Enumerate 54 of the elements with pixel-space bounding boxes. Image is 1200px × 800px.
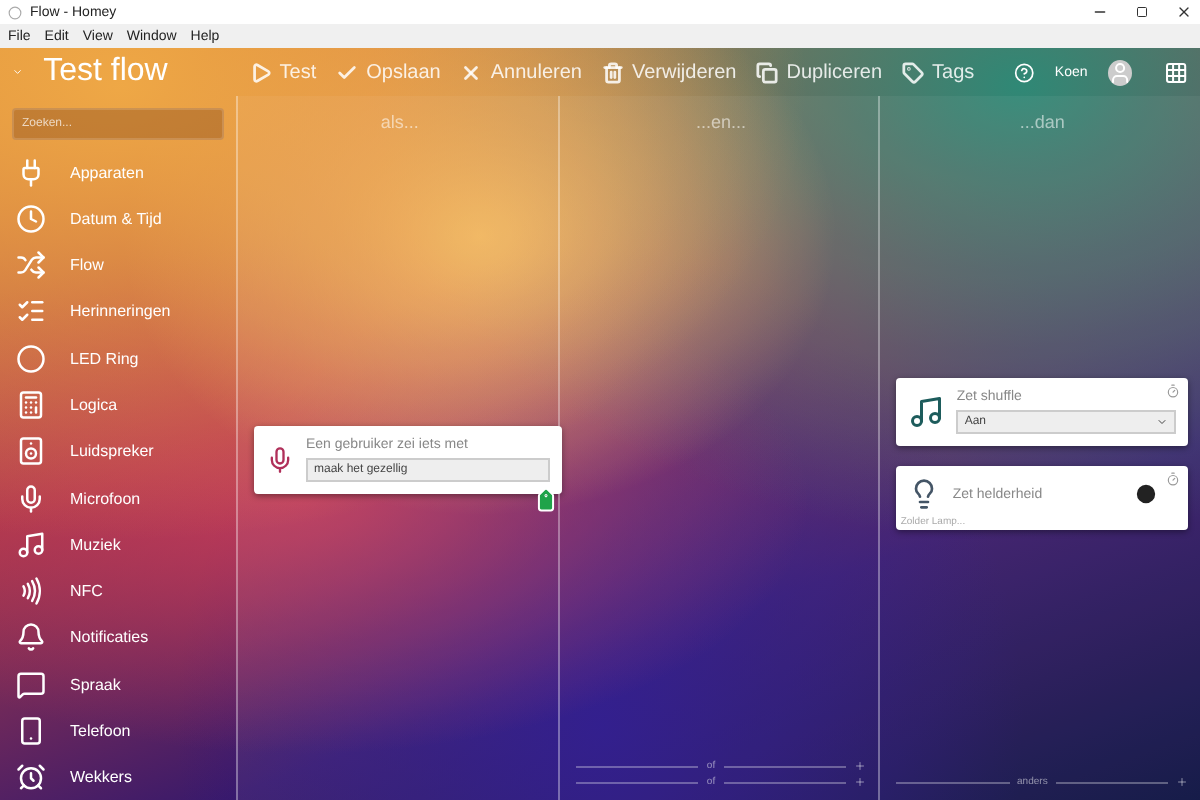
timer-icon bbox=[1166, 384, 1181, 398]
check-icon bbox=[336, 61, 359, 83]
trash-icon bbox=[601, 61, 624, 83]
maximize-icon[interactable] bbox=[1136, 6, 1148, 18]
app-icon bbox=[8, 5, 22, 19]
sidebar-item[interactable]: Flow bbox=[12, 242, 224, 288]
calculator-icon bbox=[16, 390, 46, 420]
toolbar-button[interactable]: Verwijderen bbox=[601, 61, 737, 83]
list-icon bbox=[16, 296, 46, 327]
speaker-icon bbox=[16, 436, 46, 467]
sidebar-item[interactable]: Muziek bbox=[12, 522, 224, 568]
shuffle-icon bbox=[16, 250, 46, 281]
sidebar-item[interactable]: Logica bbox=[12, 382, 224, 428]
sidebar-item[interactable]: NFC bbox=[12, 569, 224, 614]
alarm-clock-icon bbox=[16, 762, 46, 793]
dial-icon[interactable] bbox=[1136, 484, 1157, 504]
microphone-icon bbox=[16, 483, 46, 514]
timer-icon bbox=[1166, 472, 1181, 486]
microphone-icon bbox=[266, 446, 294, 474]
sidebar-item[interactable]: LED Ring bbox=[12, 336, 224, 381]
speech-bubble-icon bbox=[16, 669, 46, 700]
help-icon[interactable] bbox=[1014, 61, 1035, 83]
close-icon[interactable] bbox=[1176, 4, 1192, 20]
music-note-icon bbox=[16, 529, 46, 560]
sidebar-item[interactable]: Wekkers bbox=[12, 755, 224, 800]
sidebar-item[interactable]: Luidspreker bbox=[12, 429, 224, 474]
apps-grid-icon[interactable] bbox=[1163, 59, 1188, 85]
sidebar-item[interactable]: Telefoon bbox=[12, 708, 224, 754]
ring-icon bbox=[16, 343, 46, 374]
avatar-icon[interactable] bbox=[1107, 59, 1132, 85]
sidebar-item[interactable]: Notificaties bbox=[12, 615, 224, 661]
sidebar-item[interactable]: Herinneringen bbox=[12, 289, 224, 335]
column-title: als... bbox=[380, 112, 419, 132]
sidebar-item[interactable]: Microfoon bbox=[12, 475, 224, 521]
toolbar-button[interactable]: Dupliceren bbox=[756, 61, 883, 83]
caret-icon bbox=[1156, 416, 1169, 428]
music-note-icon bbox=[908, 394, 945, 430]
flow-title: Test flow bbox=[43, 54, 170, 90]
add-icon[interactable] bbox=[854, 776, 867, 788]
toolbar-button[interactable]: Tags bbox=[902, 61, 975, 83]
bell-icon bbox=[16, 622, 46, 653]
copy-icon bbox=[756, 61, 779, 83]
plug-icon bbox=[16, 157, 46, 188]
sidebar-item[interactable]: Spraak bbox=[12, 662, 224, 707]
column-title: ...en... bbox=[696, 112, 747, 132]
nfc-icon bbox=[16, 576, 46, 607]
tag-icon bbox=[902, 61, 925, 83]
add-icon[interactable] bbox=[854, 760, 867, 772]
column-title: ...dan bbox=[1019, 112, 1065, 132]
play-icon bbox=[249, 61, 272, 83]
clock-icon bbox=[16, 203, 46, 234]
phone-icon bbox=[16, 716, 46, 747]
cancel-icon bbox=[460, 61, 483, 83]
add-icon[interactable] bbox=[1176, 776, 1189, 788]
